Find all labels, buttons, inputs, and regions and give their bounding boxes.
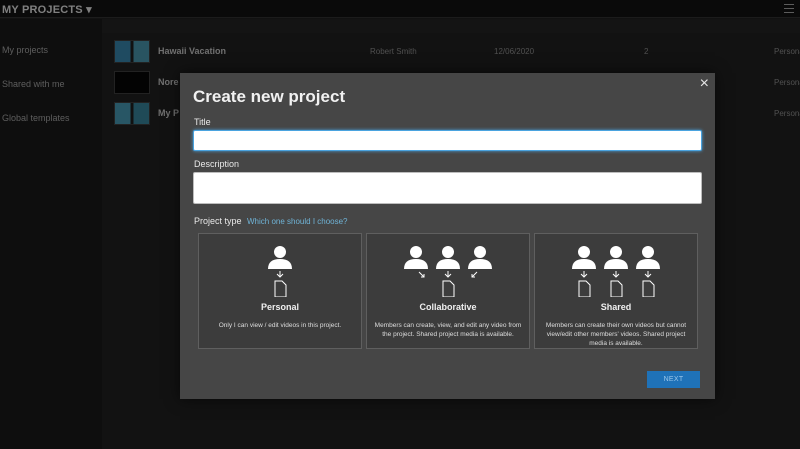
- project-type-shared-card[interactable]: Shared Members can create their own vide…: [534, 233, 698, 349]
- shared-card-title: Shared: [600, 302, 632, 312]
- title-input[interactable]: [193, 130, 702, 151]
- project-type-collaborative-card[interactable]: Collaborative Members can create, view, …: [366, 233, 530, 349]
- description-input[interactable]: [193, 172, 702, 204]
- personal-user-file-icon: [268, 246, 292, 297]
- collaborative-card-title: Collaborative: [419, 302, 477, 312]
- create-project-modal: × Create new project Title Description P…: [180, 73, 715, 399]
- project-type-label: Project type: [194, 216, 242, 226]
- personal-card-title: Personal: [260, 302, 300, 312]
- shared-card-description: Members can create their own videos but …: [545, 322, 687, 347]
- title-label: Title: [194, 117, 211, 127]
- shared-users-files-icon: [572, 246, 660, 297]
- next-button[interactable]: NEXT: [647, 371, 700, 388]
- personal-card-description: Only I can view / edit videos in this pr…: [218, 322, 342, 329]
- modal-title: Create new project: [193, 87, 346, 106]
- which-type-help-link[interactable]: Which one should I choose?: [247, 217, 348, 226]
- close-icon[interactable]: ×: [700, 76, 709, 92]
- collaborative-card-description: Members can create, view, and edit any v…: [374, 322, 522, 338]
- collaborative-users-file-icon: [404, 246, 492, 297]
- project-type-personal-card[interactable]: Personal Only I can view / edit videos i…: [198, 233, 362, 349]
- description-label: Description: [194, 159, 240, 169]
